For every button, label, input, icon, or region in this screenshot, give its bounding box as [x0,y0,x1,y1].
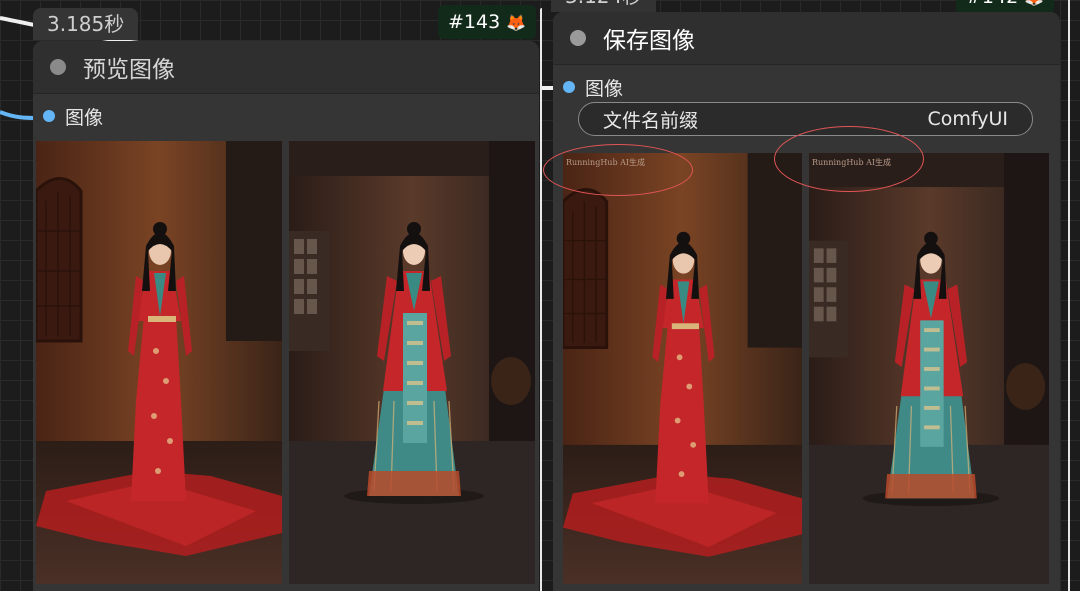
execution-time-label: 3.185秒 [33,8,139,40]
node-id-badge-143: #143 🦊 [438,5,537,39]
workflow-canvas[interactable]: 3.185秒 3.124秒 #143 🦊 #142 🦊 预览图像 图像 [0,0,1080,591]
woman-red-teal-dress-image [809,153,1049,584]
execution-time-label-right: 3.124秒 [551,0,657,12]
node-id-text-142: #142 [966,0,1018,8]
fox-icon: 🦊 [506,13,527,32]
saved-image-1[interactable]: RunningHub AI生成 [563,153,802,584]
input-label: 图像 [65,106,104,129]
input-socket-icon[interactable] [43,110,55,122]
node-header[interactable]: 保存图像 [553,12,1060,65]
widget-label: 文件名前缀 [603,109,699,132]
woman-red-teal-dress-image [289,141,535,584]
collapse-dot-icon[interactable] [570,30,586,46]
fox-icon: 🦊 [1024,0,1044,7]
preview-image-1[interactable] [36,141,282,584]
image-input-slot[interactable]: 图像 [33,94,539,138]
group-border [540,8,542,591]
woman-red-dress-image [36,141,282,584]
node-id-text: #143 [448,11,501,33]
preview-image-node[interactable]: 预览图像 图像 [33,41,539,591]
save-image-node[interactable]: 保存图像 图像 文件名前缀 ComfyUI RunningHub AI生成 Ru… [553,12,1060,591]
highlight-circle-2 [774,126,924,192]
input-label: 图像 [585,77,624,100]
node-title: 保存图像 [603,28,695,54]
preview-image-2[interactable] [289,141,535,584]
input-socket-icon[interactable] [563,81,575,93]
highlight-circle-1 [543,144,693,196]
widget-value[interactable]: ComfyUI [927,108,1008,130]
collapse-dot-icon[interactable] [50,59,66,75]
saved-image-2[interactable]: RunningHub AI生成 [809,153,1049,584]
node-header[interactable]: 预览图像 [33,41,539,94]
group-border-right [1068,0,1070,591]
node-title: 预览图像 [83,57,175,83]
woman-red-dress-image [563,153,802,584]
